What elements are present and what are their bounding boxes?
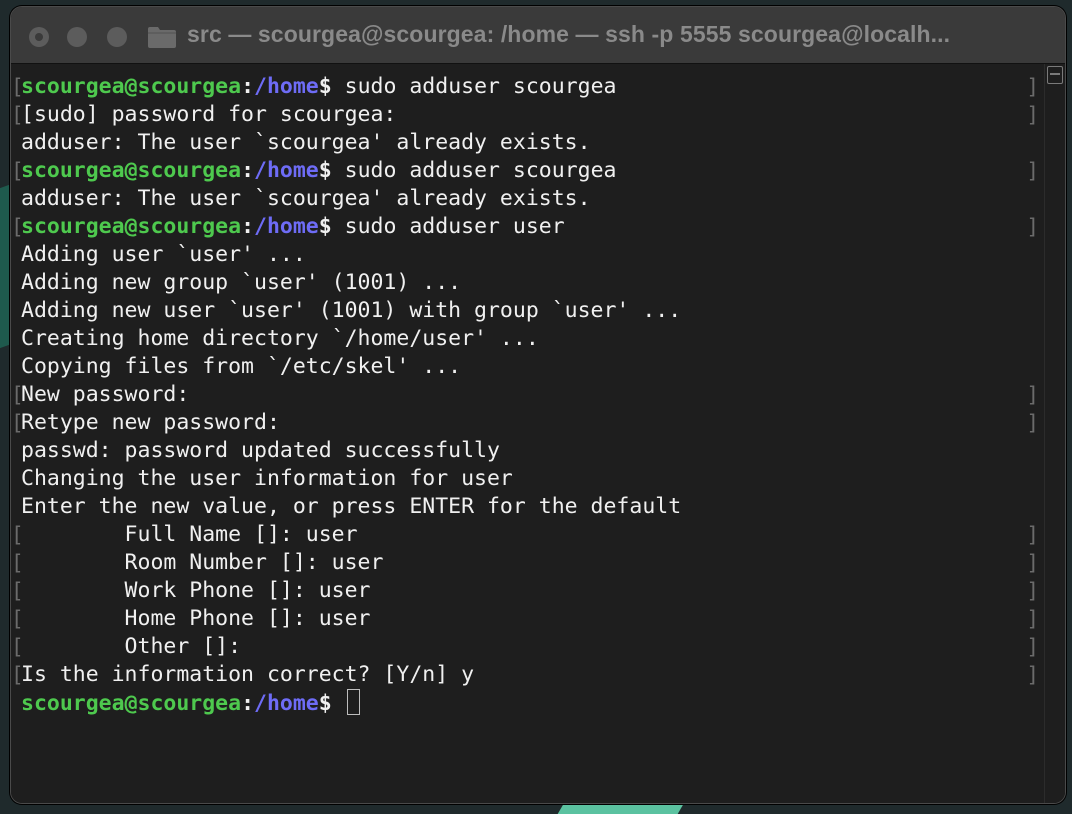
output-text: passwd: password updated successfully: [21, 438, 500, 463]
output-text: New password:: [21, 382, 190, 407]
line-mark-right: ]: [1026, 215, 1039, 239]
prompt-symbol: $: [318, 691, 332, 716]
close-icon[interactable]: [29, 27, 49, 47]
line-mark-left: [: [11, 551, 24, 575]
output-text: Adding user `user' ...: [21, 242, 306, 267]
command-text: sudo adduser scourgea: [331, 158, 617, 183]
line-mark-right: ]: [1026, 75, 1039, 99]
prompt-path: /home: [254, 214, 319, 239]
terminal-output[interactable]: [] scourgea@scourgea:/home$ sudo adduser …: [11, 73, 1045, 717]
output-line: adduser: The user `scourgea' already exi…: [11, 185, 1045, 213]
output-line: [] [sudo] password for scourgea:: [11, 101, 1045, 129]
output-text: Creating home directory `/home/user' ...: [21, 326, 539, 351]
maximize-icon[interactable]: [107, 27, 127, 47]
output-text: Is the information correct? [Y/n] y: [21, 662, 475, 687]
output-line: [] Is the information correct? [Y/n] y: [11, 661, 1045, 689]
output-line: Adding new group `user' (1001) ...: [11, 269, 1045, 297]
line-mark-left: [: [11, 663, 24, 687]
scrollbar-toggle-icon[interactable]: [1047, 66, 1063, 84]
line-mark-right: ]: [1026, 663, 1039, 687]
command-text: sudo adduser user: [331, 214, 565, 239]
line-mark-right: ]: [1026, 411, 1039, 435]
output-line: passwd: password updated successfully: [11, 437, 1045, 465]
line-mark-left: [: [11, 523, 24, 547]
prompt-path: /home: [254, 158, 319, 183]
prompt-path: /home: [254, 691, 319, 716]
minimize-icon[interactable]: [67, 27, 87, 47]
line-mark-right: ]: [1026, 551, 1039, 575]
output-line: [] New password:: [11, 381, 1045, 409]
prompt-user: scourgea@scourgea: [21, 158, 242, 183]
output-line: [] Home Phone []: user: [11, 605, 1045, 633]
line-mark-right: ]: [1026, 635, 1039, 659]
line-mark-right: ]: [1026, 103, 1039, 127]
prompt-user: scourgea@scourgea: [21, 214, 242, 239]
output-text: Work Phone []: user: [21, 578, 371, 603]
prompt-path: /home: [254, 74, 319, 99]
folder-icon: [148, 27, 176, 48]
output-line: Changing the user information for user: [11, 465, 1045, 493]
output-line: [] Other []:: [11, 633, 1045, 661]
output-line: Enter the new value, or press ENTER for …: [11, 493, 1045, 521]
window-title: src — scourgea@scourgea: /home — ssh -p …: [187, 21, 951, 47]
output-line: Copying files from `/etc/skel' ...: [11, 353, 1045, 381]
prompt-symbol: $: [318, 74, 332, 99]
output-line: [] Work Phone []: user: [11, 577, 1045, 605]
line-mark-left: [: [11, 383, 24, 407]
prompt-colon: :: [241, 691, 255, 716]
output-line: Adding user `user' ...: [11, 241, 1045, 269]
prompt-symbol: $: [318, 214, 332, 239]
command-text: [332, 691, 345, 716]
output-text: Retype new password:: [21, 410, 280, 435]
prompt-symbol: $: [318, 158, 332, 183]
prompt-colon: :: [241, 74, 255, 99]
output-text: Home Phone []: user: [21, 606, 371, 631]
line-mark-right: ]: [1026, 159, 1039, 183]
output-text: Adding new user `user' (1001) with group…: [21, 298, 682, 323]
line-mark-left: [: [11, 75, 24, 99]
line-mark-right: ]: [1026, 607, 1039, 631]
line-mark-right: ]: [1026, 383, 1039, 407]
prompt-line: [] scourgea@scourgea:/home$ sudo adduser …: [11, 213, 1045, 241]
output-text: Enter the new value, or press ENTER for …: [21, 494, 682, 519]
output-text: adduser: The user `scourgea' already exi…: [21, 130, 591, 155]
output-text: Changing the user information for user: [21, 466, 513, 491]
prompt-colon: :: [241, 158, 255, 183]
line-mark-left: [: [11, 411, 24, 435]
prompt-user: scourgea@scourgea: [21, 691, 242, 716]
prompt-line: [] scourgea@scourgea:/home$ sudo adduser …: [11, 73, 1045, 101]
output-text: Copying files from `/etc/skel' ...: [21, 354, 462, 379]
output-line: [] Room Number []: user: [11, 549, 1045, 577]
line-mark-left: [: [11, 159, 24, 183]
output-text: Adding new group `user' (1001) ...: [21, 270, 462, 295]
line-mark-left: [: [11, 103, 24, 127]
output-text: Other []:: [21, 634, 242, 659]
terminal-content[interactable]: [] scourgea@scourgea:/home$ sudo adduser …: [11, 64, 1065, 803]
terminal-window[interactable]: src — scourgea@scourgea: /home — ssh -p …: [10, 6, 1066, 804]
prompt-line: [] scourgea@scourgea:/home$ sudo adduser …: [11, 157, 1045, 185]
prompt-colon: :: [241, 214, 255, 239]
line-mark-right: ]: [1026, 523, 1039, 547]
output-line: Adding new user `user' (1001) with group…: [11, 297, 1045, 325]
scrollbar[interactable]: [1044, 64, 1065, 803]
output-text: Full Name []: user: [21, 522, 358, 547]
output-line: [] Full Name []: user: [11, 521, 1045, 549]
prompt-user: scourgea@scourgea: [21, 74, 242, 99]
terminal-cursor[interactable]: [346, 689, 360, 715]
line-mark-left: [: [11, 635, 24, 659]
line-mark-left: [: [11, 215, 24, 239]
line-mark-right: ]: [1026, 579, 1039, 603]
output-text: Room Number []: user: [21, 550, 384, 575]
output-line: Creating home directory `/home/user' ...: [11, 325, 1045, 353]
output-line: adduser: The user `scourgea' already exi…: [11, 129, 1045, 157]
prompt-line: scourgea@scourgea:/home$: [11, 689, 1045, 717]
output-line: [] Retype new password:: [11, 409, 1045, 437]
title-bar[interactable]: src — scourgea@scourgea: /home — ssh -p …: [11, 7, 1065, 64]
output-text: adduser: The user `scourgea' already exi…: [21, 186, 591, 211]
output-text: [sudo] password for scourgea:: [21, 102, 397, 127]
line-mark-left: [: [11, 579, 24, 603]
line-mark-left: [: [11, 607, 24, 631]
command-text: sudo adduser scourgea: [331, 74, 617, 99]
